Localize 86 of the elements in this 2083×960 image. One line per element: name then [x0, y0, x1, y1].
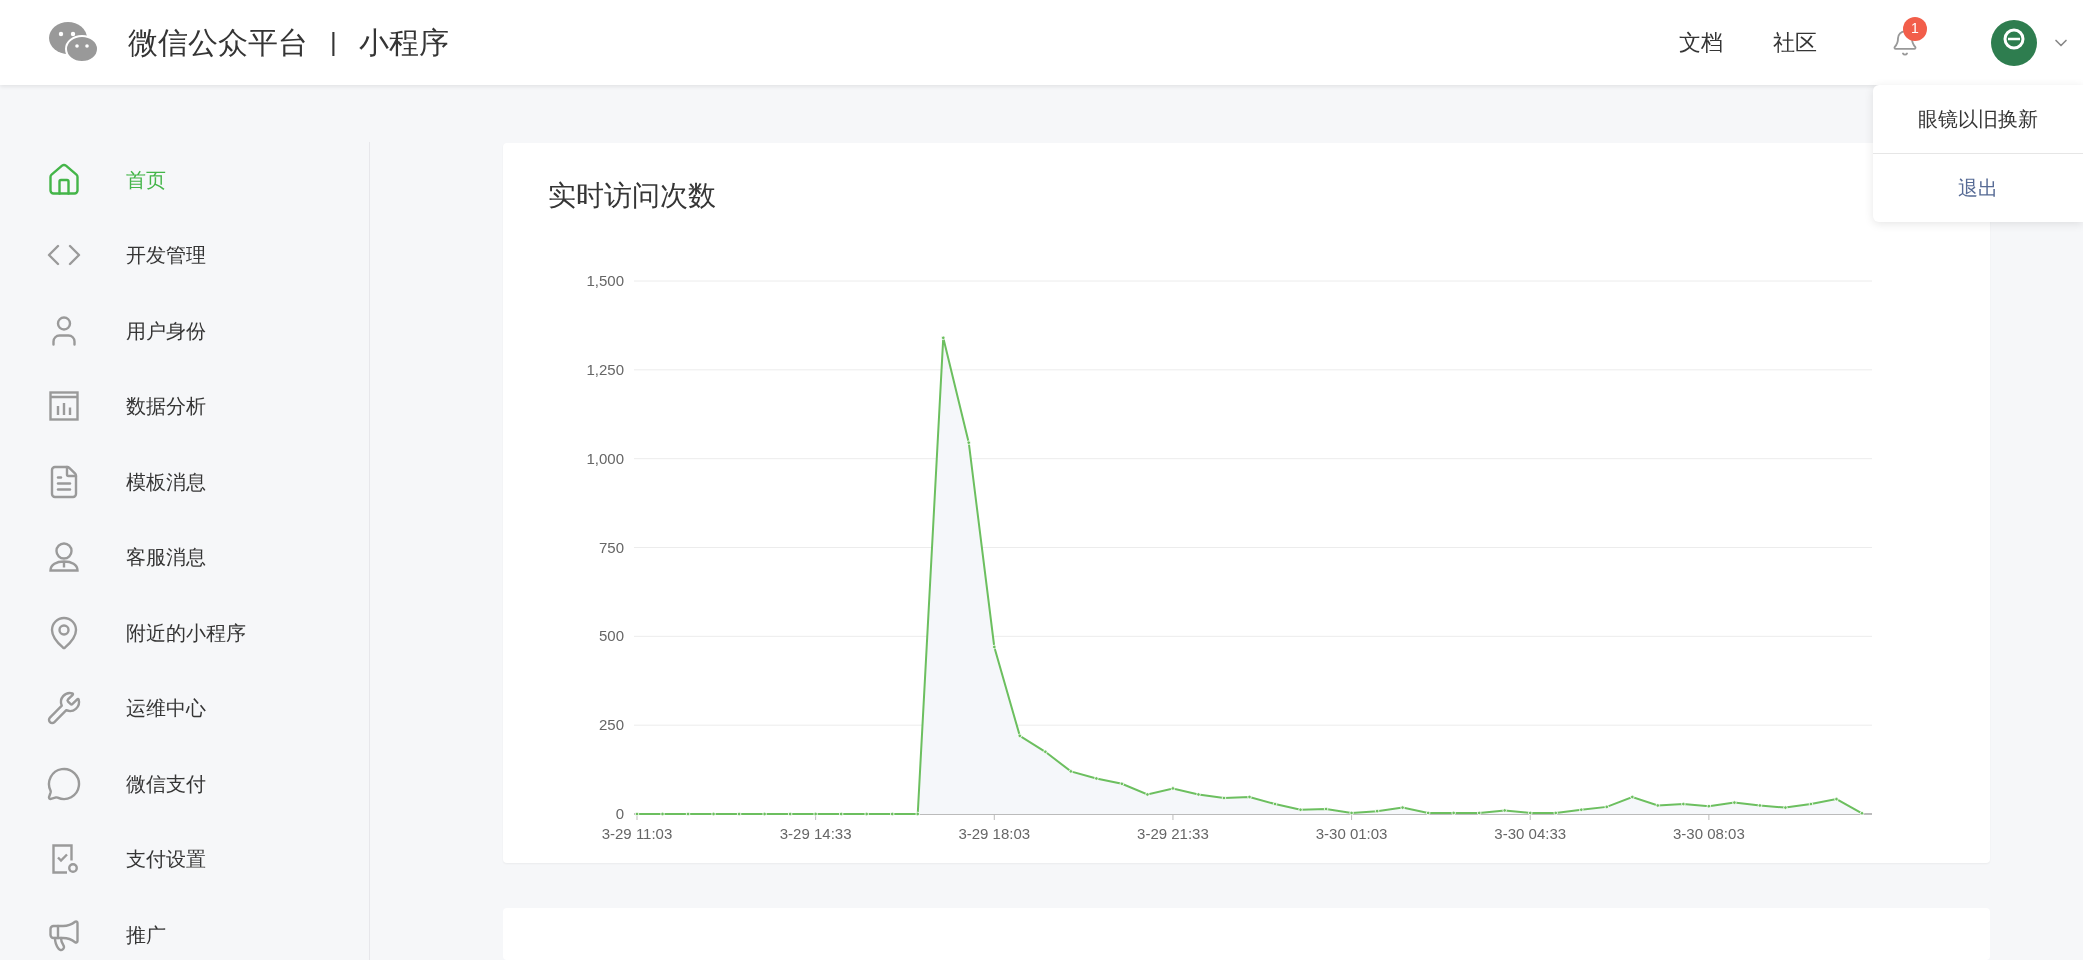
data-point — [941, 335, 946, 341]
axis-label: 500 — [598, 627, 624, 645]
data-point — [966, 440, 971, 445]
notification-count: 1 — [1903, 16, 1927, 41]
sidebar-item[interactable]: 开发管理 — [0, 217, 369, 293]
axis-label: 3-30 01:03 — [1315, 825, 1388, 842]
data-point — [1477, 810, 1482, 816]
data-point — [1017, 733, 1022, 739]
data-point — [736, 811, 742, 817]
sidebar-item[interactable]: 客服消息 — [0, 519, 369, 595]
data-point — [1400, 805, 1405, 810]
data-point — [1043, 749, 1048, 754]
axis-label: 1,000 — [586, 449, 624, 467]
sidebar-item[interactable]: 推广 — [0, 897, 369, 960]
data-point — [1145, 792, 1150, 797]
sidebar-item[interactable]: 模板消息 — [0, 444, 369, 520]
data-point — [711, 811, 716, 817]
data-point — [1834, 796, 1839, 802]
card-title: 实时访问次数 — [548, 179, 716, 213]
axis-label: 0 — [615, 805, 624, 822]
data-point — [1196, 792, 1201, 797]
axis-label: 750 — [598, 538, 624, 556]
data-point — [1579, 807, 1584, 812]
axis-label: 3-30 04:33 — [1494, 825, 1567, 842]
data-point — [1655, 803, 1661, 808]
axis-label: 1,500 — [586, 272, 624, 289]
data-point — [1706, 804, 1712, 809]
avatar[interactable] — [1991, 19, 2037, 66]
data-point — [1323, 806, 1329, 812]
data-point — [1221, 795, 1227, 801]
sidebar-item[interactable]: 用户身份 — [0, 293, 369, 369]
axis-label: 1,250 — [586, 360, 624, 378]
data-point — [1247, 794, 1252, 800]
axis-label: 3-29 14:33 — [779, 825, 852, 842]
data-point — [1298, 807, 1303, 812]
data-point — [1808, 801, 1814, 807]
data-point — [1094, 776, 1099, 781]
data-point — [1502, 808, 1507, 813]
data-point — [1783, 805, 1788, 810]
axis-label: 3-30 08:03 — [1673, 825, 1745, 842]
data-point — [1859, 811, 1865, 816]
data-point — [864, 811, 869, 817]
data-point — [813, 811, 818, 817]
data-point — [1732, 800, 1737, 805]
data-point — [890, 811, 895, 817]
data-point — [1425, 810, 1431, 816]
data-point — [1170, 786, 1176, 791]
data-point — [634, 811, 640, 817]
data-point — [685, 811, 691, 817]
nav-link[interactable]: 社区 — [1773, 26, 1817, 59]
data-point — [1068, 769, 1074, 774]
axis-label: 3-29 21:33 — [1137, 825, 1209, 842]
data-point — [762, 811, 767, 817]
data-point — [838, 811, 844, 817]
data-point — [1604, 804, 1609, 810]
sidebar-item[interactable]: 数据分析 — [0, 368, 369, 444]
platform-title: 微信公众平台 — [128, 25, 308, 61]
data-point — [1272, 801, 1278, 807]
data-point — [992, 644, 997, 650]
sidebar-item[interactable]: 支付设置 — [0, 821, 369, 897]
data-point — [1528, 810, 1533, 816]
data-point — [1757, 803, 1763, 808]
chat-bubble-icon — [46, 765, 82, 802]
data-point — [1630, 794, 1635, 800]
data-point — [787, 811, 793, 817]
sidebar-item[interactable]: 运维中心 — [0, 670, 369, 746]
sidebar-item[interactable]: 附近的小程序 — [0, 595, 369, 671]
data-point — [1349, 810, 1354, 816]
home-icon — [46, 161, 82, 198]
nav-link[interactable]: 文档 — [1679, 26, 1723, 59]
data-point — [1119, 781, 1125, 786]
data-point — [1451, 810, 1456, 816]
data-point — [660, 811, 665, 817]
product-title: 小程序 — [358, 25, 449, 61]
title-separator: | — [330, 26, 337, 59]
data-point — [915, 811, 920, 817]
menu-item[interactable]: 退出 — [1873, 154, 2083, 222]
data-point — [1553, 810, 1558, 816]
axis-label: 250 — [598, 716, 624, 734]
axis-label: 3-29 18:03 — [958, 825, 1031, 842]
data-point — [1681, 801, 1686, 807]
axis-label: 3-29 11:03 — [601, 825, 673, 842]
menu-item[interactable]: 眼镜以旧换新 — [1873, 85, 2083, 153]
data-point — [1374, 808, 1380, 814]
sidebar-item[interactable]: 微信支付 — [0, 746, 369, 822]
wrench-icon — [46, 690, 82, 727]
